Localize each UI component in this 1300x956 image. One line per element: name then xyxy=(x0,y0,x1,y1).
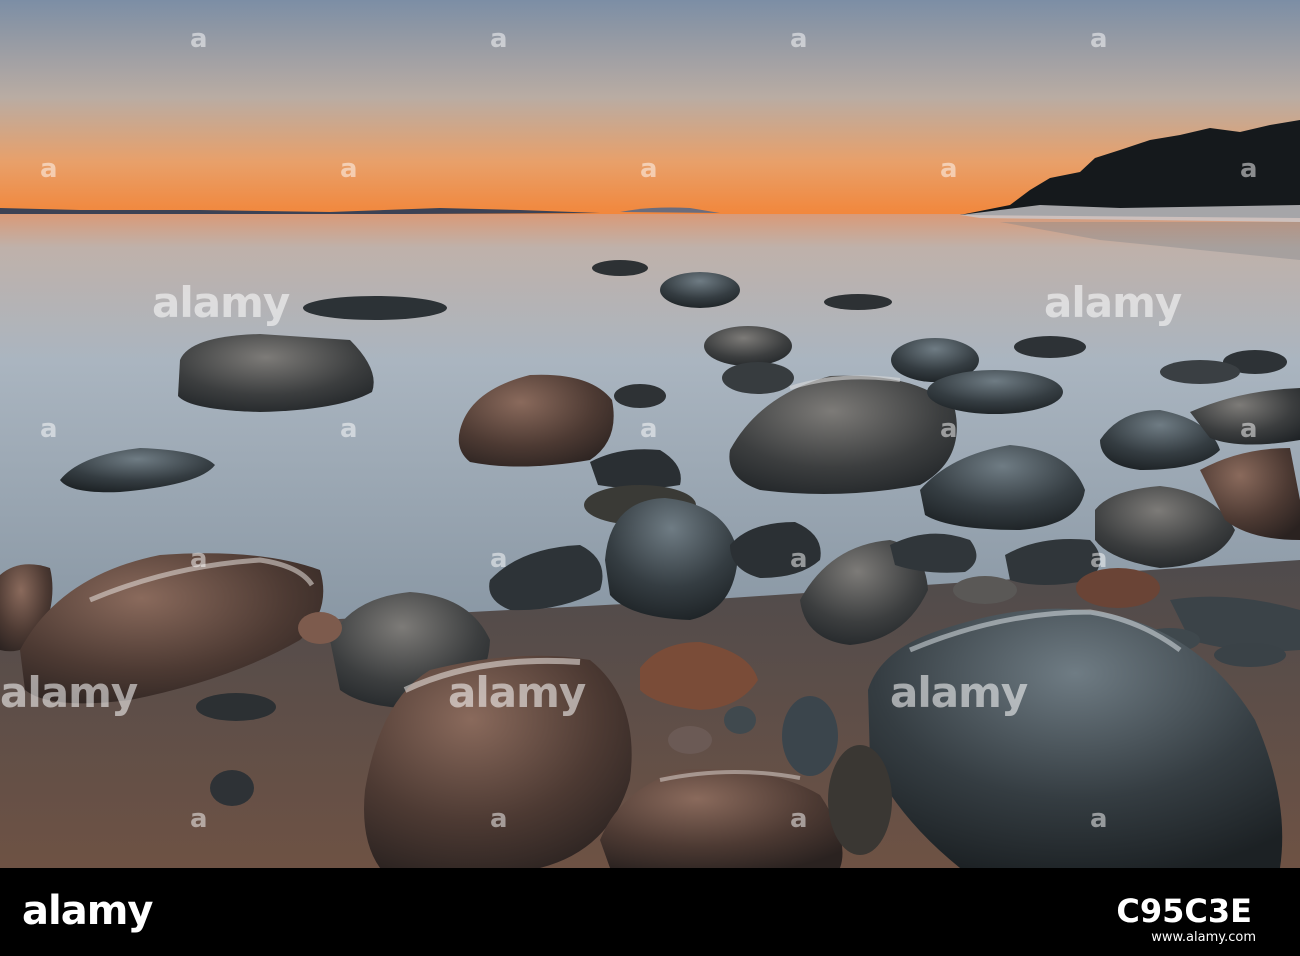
rock xyxy=(890,533,977,573)
reddish-pebble xyxy=(1076,568,1160,608)
footer-bar xyxy=(0,868,1300,956)
landscape-photo xyxy=(0,0,1300,868)
large-rock-left xyxy=(178,334,374,412)
photo-scene xyxy=(0,0,1300,868)
rock xyxy=(303,296,447,320)
rock xyxy=(927,370,1063,414)
rock xyxy=(1160,360,1240,384)
image-id: C95C3E xyxy=(1116,892,1252,930)
rock xyxy=(828,745,892,855)
pebble xyxy=(782,696,838,776)
pebble xyxy=(196,693,276,721)
pebble xyxy=(298,612,342,644)
pebble xyxy=(210,770,254,806)
alamy-logo[interactable]: alamy xyxy=(22,888,153,934)
pebble xyxy=(1214,643,1286,667)
website-link[interactable]: www.alamy.com xyxy=(1151,930,1256,945)
rock xyxy=(704,326,792,366)
rock xyxy=(722,362,794,394)
rock xyxy=(824,294,892,310)
rock xyxy=(1014,336,1086,358)
pebble xyxy=(668,726,712,754)
rock xyxy=(614,384,666,408)
rock xyxy=(592,260,648,276)
pebble xyxy=(953,576,1017,604)
rock xyxy=(660,272,740,308)
pebble xyxy=(724,706,756,734)
